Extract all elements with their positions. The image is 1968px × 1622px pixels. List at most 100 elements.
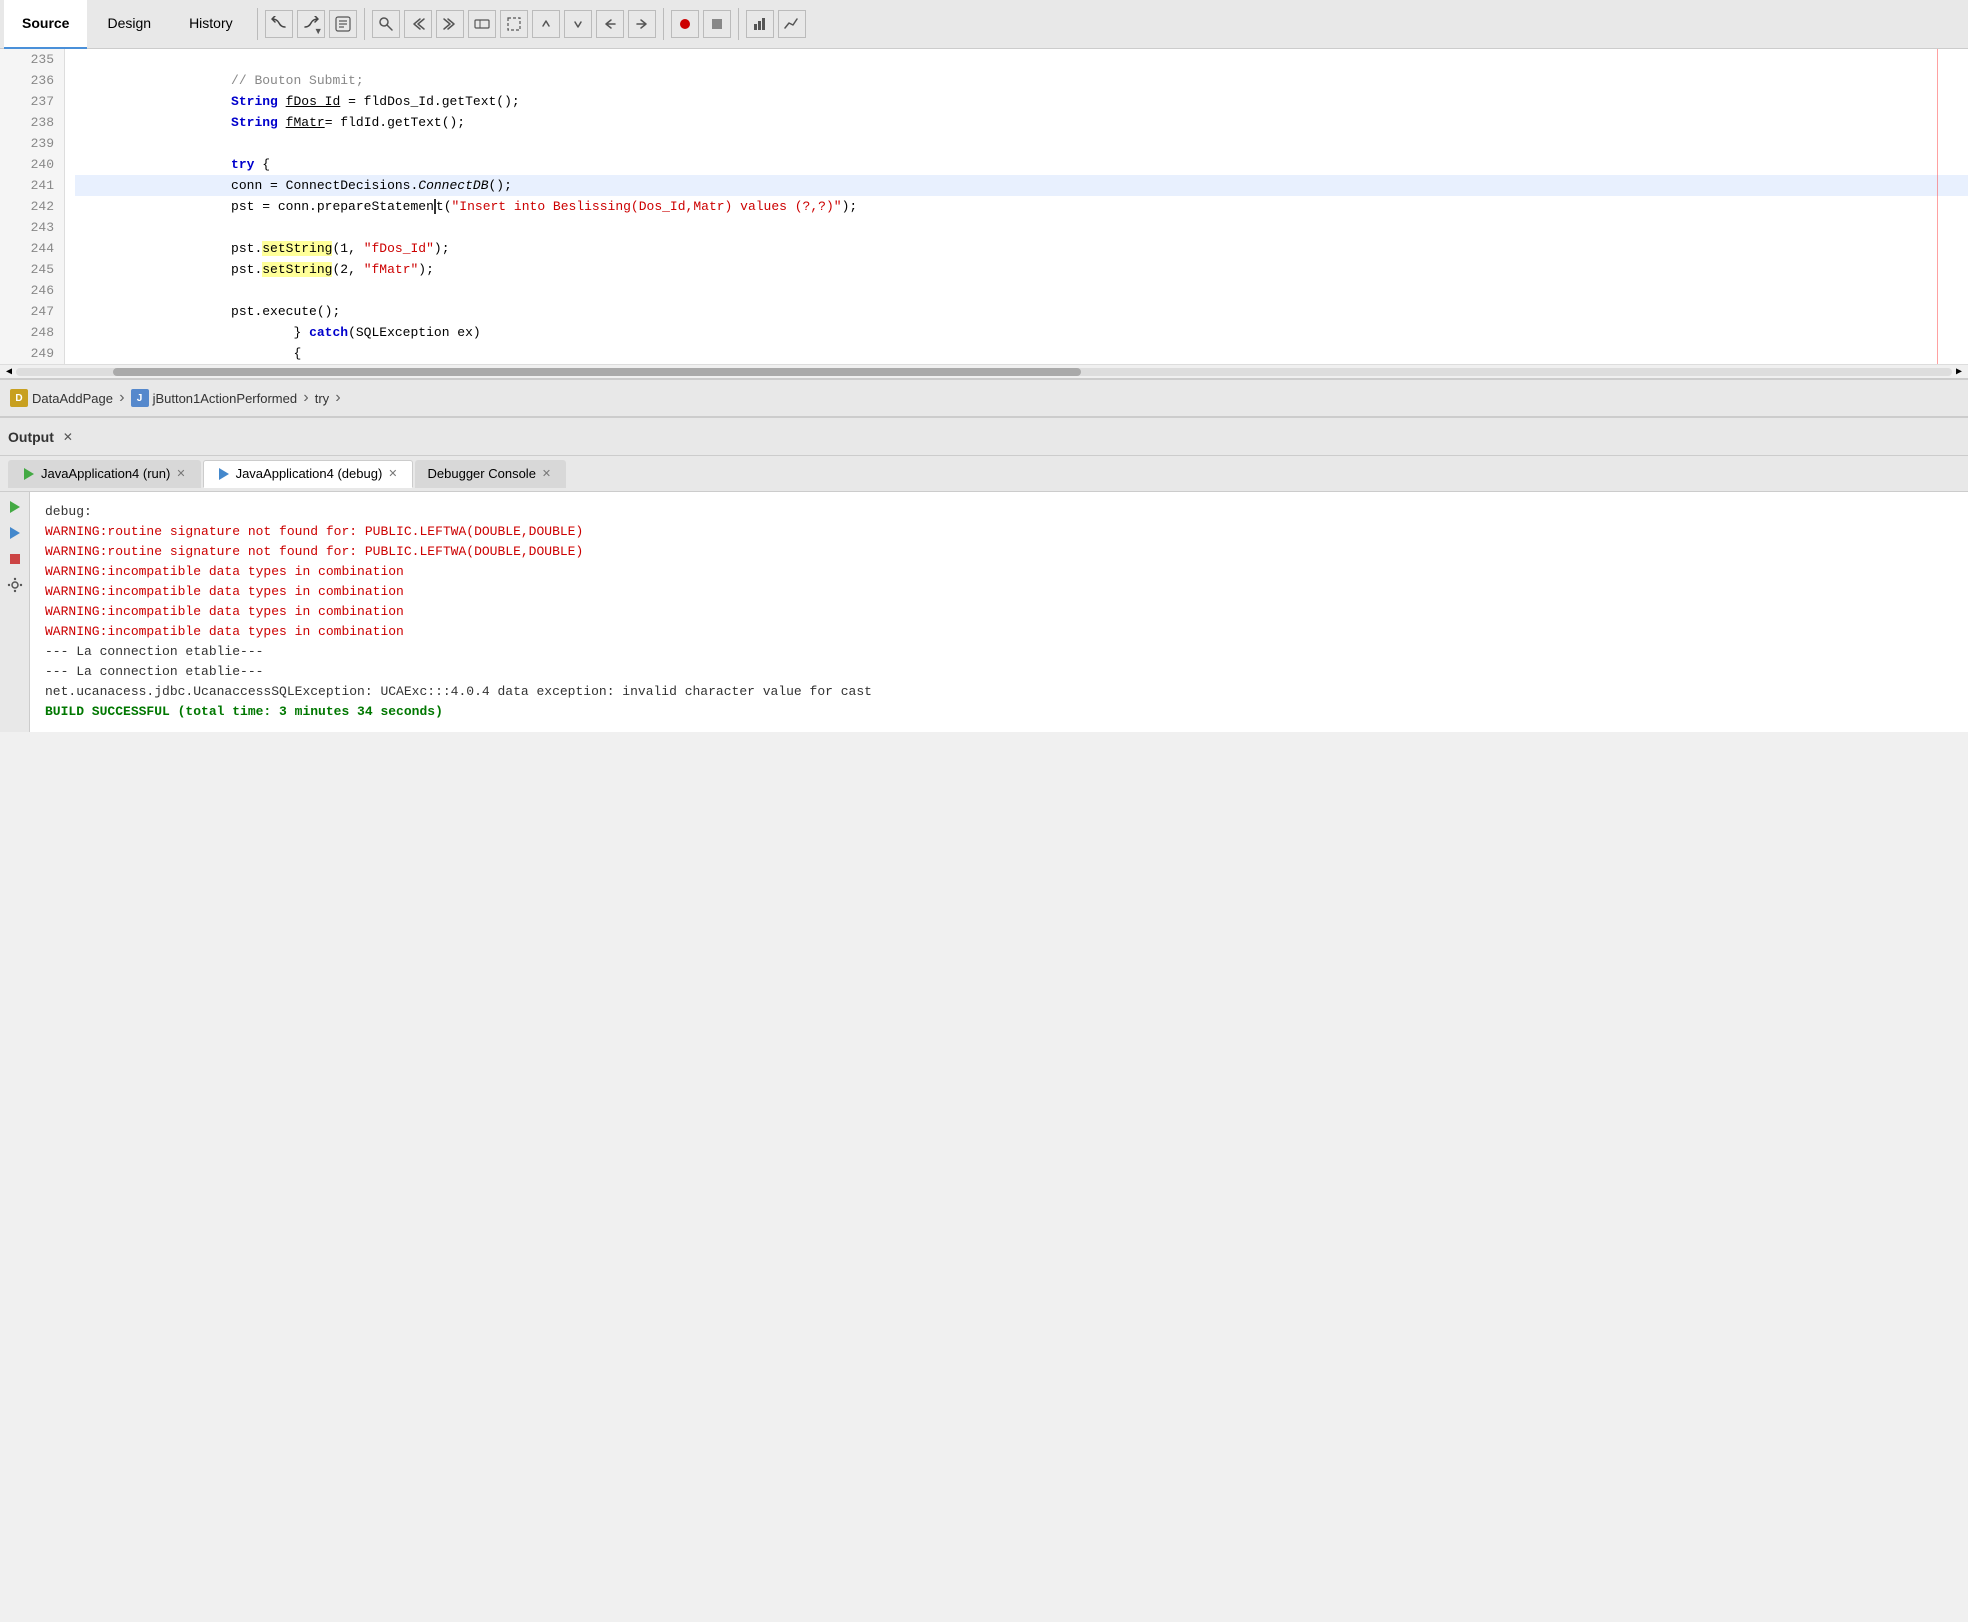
toolbar-btn-3[interactable]: [329, 10, 357, 38]
output-tabs: JavaApplication4 (run) ✕ JavaApplication…: [0, 456, 1968, 492]
toolbar-divider-1: [257, 8, 258, 40]
out-line-10: net.ucanacess.jdbc.UcanaccessSQLExceptio…: [45, 682, 872, 702]
chart2-btn[interactable]: [778, 10, 806, 38]
line-num-239: 239: [0, 133, 64, 154]
out-line-8: --- La connection etablie---: [45, 642, 872, 662]
stop-panel-icon[interactable]: [4, 548, 26, 570]
code-text-237: String fMatr= fldId.getText();: [137, 115, 465, 130]
search-icon: [378, 16, 394, 32]
breadcrumb-icon-2: J: [131, 389, 149, 407]
shift-right-btn[interactable]: [628, 10, 656, 38]
select-btn[interactable]: [500, 10, 528, 38]
run-tab-close[interactable]: ✕: [174, 467, 187, 480]
code-editor[interactable]: 235 236 237 238 239 240 241 242 243 244 …: [0, 49, 1968, 379]
line-num-245: 245: [0, 259, 64, 280]
debug-icon: [216, 466, 232, 482]
run-panel-icon[interactable]: [4, 496, 26, 518]
output-header: Output ✕: [0, 418, 1968, 456]
code-text-243: pst.setString(1, "fDos_Id");: [137, 241, 449, 256]
breadcrumb-label-1: DataAddPage: [32, 391, 113, 406]
debug-tab-close[interactable]: ✕: [386, 467, 399, 480]
line-num-237: 237: [0, 91, 64, 112]
run-icon: [21, 466, 37, 482]
output-tab-run[interactable]: JavaApplication4 (run) ✕: [8, 460, 201, 488]
out-line-9: --- La connection etablie---: [45, 662, 872, 682]
out-line-7: WARNING:incompatible data types in combi…: [45, 622, 872, 642]
toolbar-icon-3: [335, 16, 351, 32]
line-num-240: 240: [0, 154, 64, 175]
output-tab-debugger[interactable]: Debugger Console ✕: [415, 460, 567, 488]
undo-button[interactable]: [265, 10, 293, 38]
record-btn[interactable]: [671, 10, 699, 38]
debug-panel-icon[interactable]: [4, 522, 26, 544]
tab-design[interactable]: Design: [89, 0, 169, 49]
nav-fwd-button[interactable]: [436, 10, 464, 38]
out-line-5: WARNING:incompatible data types in combi…: [45, 582, 872, 602]
code-text-247: } catch(SQLException ex): [137, 325, 480, 340]
nav-back-icon: [410, 16, 426, 32]
out-line-4: WARNING:incompatible data types in combi…: [45, 562, 872, 582]
breadcrumb-item-1[interactable]: D DataAddPage: [10, 389, 113, 407]
line-num-241: 241: [0, 175, 64, 196]
line-num-236: 236: [0, 70, 64, 91]
code-text-241: pst = conn.prepareStatement("Insert into…: [137, 199, 857, 214]
shift-left-btn[interactable]: [596, 10, 624, 38]
code-text-236: String fDos_Id = fldDos_Id.getText();: [137, 94, 519, 109]
line-num-249: 249: [0, 343, 64, 364]
code-line-243[interactable]: pst.setString(1, "fDos_Id");: [75, 217, 1968, 238]
stop-icon: [709, 16, 725, 32]
breadcrumb-item-3[interactable]: try: [315, 391, 329, 406]
line-num-238: 238: [0, 112, 64, 133]
breadcrumb-item-2[interactable]: J jButton1ActionPerformed: [131, 389, 298, 407]
redo-button[interactable]: ▼: [297, 10, 325, 38]
toggle-btn[interactable]: [468, 10, 496, 38]
output-close-btn[interactable]: ✕: [60, 429, 76, 445]
chart1-btn[interactable]: [746, 10, 774, 38]
move-up-icon: [538, 16, 554, 32]
run-tab-label: JavaApplication4 (run): [41, 466, 170, 481]
scroll-left-btn[interactable]: ◀: [2, 366, 16, 378]
code-line-239[interactable]: try {: [75, 133, 1968, 154]
breadcrumb-sep-3: ›: [333, 389, 343, 407]
output-tab-debug[interactable]: JavaApplication4 (debug) ✕: [203, 460, 413, 488]
code-area[interactable]: // Bouton Submit; String fDos_Id = fldDo…: [65, 49, 1968, 364]
stop-btn[interactable]: [703, 10, 731, 38]
code-line-240[interactable]: conn = ConnectDecisions.ConnectDB();: [75, 154, 1968, 175]
breadcrumb-sep-1: ›: [117, 389, 127, 407]
breadcrumb-icon-1: D: [10, 389, 28, 407]
out-line-1: debug:: [45, 502, 872, 522]
line-num-248: 248: [0, 322, 64, 343]
code-text-240: conn = ConnectDecisions.ConnectDB();: [137, 178, 511, 193]
nav-fwd-icon: [442, 16, 458, 32]
chart2-icon: [784, 16, 800, 32]
tab-source[interactable]: Source: [4, 0, 87, 49]
breadcrumb-label-3: try: [315, 391, 329, 406]
scrollbar-track[interactable]: [16, 368, 1952, 376]
settings-panel-icon[interactable]: [4, 574, 26, 596]
breadcrumb: D DataAddPage › J jButton1ActionPerforme…: [0, 379, 1968, 417]
out-line-11: BUILD SUCCESSFUL (total time: 3 minutes …: [45, 702, 872, 722]
record-icon: [677, 16, 693, 32]
nav-back-button[interactable]: [404, 10, 432, 38]
comment-235: // Bouton Submit;: [137, 73, 363, 88]
scroll-right-btn[interactable]: ▶: [1952, 366, 1966, 378]
debugger-tab-close[interactable]: ✕: [540, 467, 553, 480]
output-body: debug: WARNING:routine signature not fou…: [0, 492, 1968, 732]
output-left-panel: [0, 492, 30, 732]
debug-play-icon: [7, 525, 23, 541]
zoom-button[interactable]: [372, 10, 400, 38]
horizontal-scrollbar[interactable]: ◀ ▶: [0, 364, 1968, 378]
out-line-6: WARNING:incompatible data types in combi…: [45, 602, 872, 622]
scrollbar-thumb[interactable]: [113, 368, 1081, 376]
code-line-235[interactable]: // Bouton Submit;: [75, 49, 1968, 70]
code-line-247[interactable]: } catch(SQLException ex): [75, 301, 1968, 322]
code-line-246[interactable]: pst.execute();: [75, 280, 1968, 301]
code-line-249[interactable]: System.out.println(""+ex);: [75, 343, 1968, 364]
toolbar-divider-3: [663, 8, 664, 40]
play-icon: [7, 499, 23, 515]
shift-left-icon: [602, 16, 618, 32]
move-up-btn[interactable]: [532, 10, 560, 38]
tab-history[interactable]: History: [171, 0, 251, 49]
debugger-tab-label: Debugger Console: [428, 466, 536, 481]
move-down-btn[interactable]: [564, 10, 592, 38]
